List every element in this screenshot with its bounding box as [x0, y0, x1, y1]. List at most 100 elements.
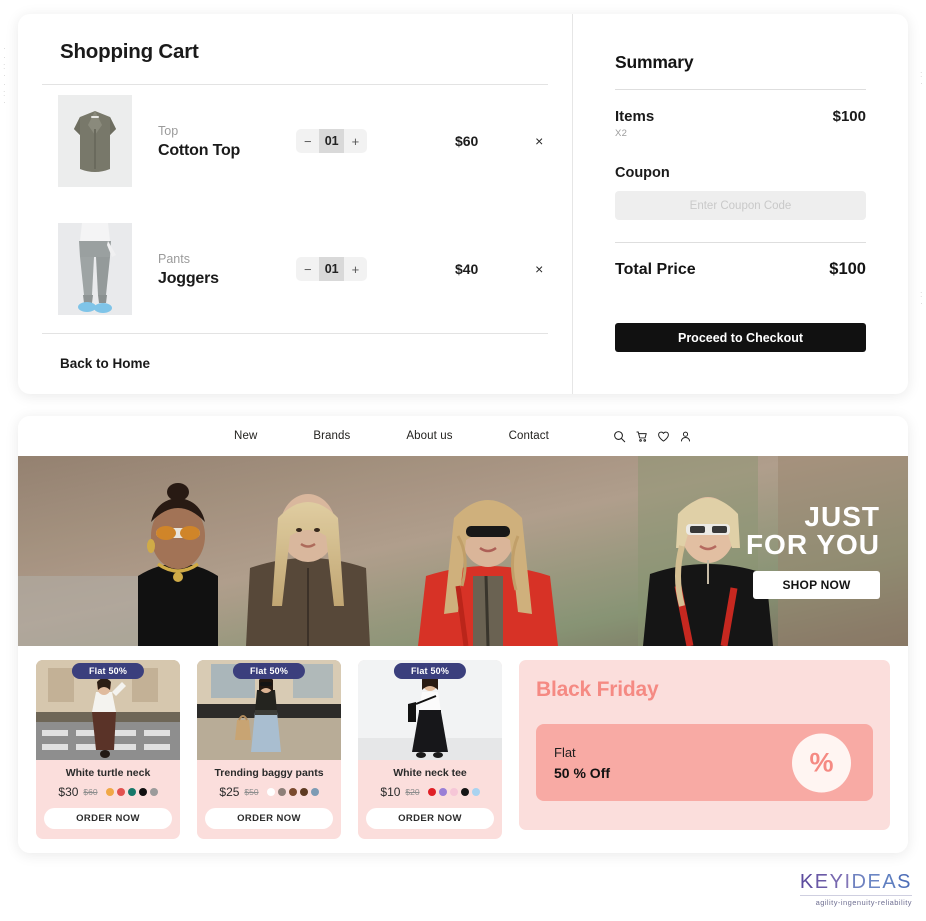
nav-links: New Brands About us Contact: [234, 430, 549, 442]
nav-link-contact[interactable]: Contact: [509, 430, 549, 442]
promo-title: Black Friday: [536, 678, 659, 701]
shop-now-button[interactable]: SHOP NOW: [753, 570, 880, 599]
nav-link-about-us[interactable]: About us: [406, 430, 452, 442]
logo-tagline: agility-ingenuity-reliability: [815, 898, 912, 907]
color-swatch[interactable]: [471, 788, 480, 796]
nav-link-brands[interactable]: Brands: [313, 430, 350, 442]
color-swatch[interactable]: [310, 788, 319, 796]
percent-icon: %: [792, 733, 851, 792]
edge-marker-right: : ·: [920, 69, 923, 88]
proceed-to-checkout-button[interactable]: Proceed to Checkout: [615, 323, 866, 352]
color-swatch[interactable]: [288, 788, 297, 796]
color-swatch[interactable]: [427, 788, 436, 796]
price-row: $30 $60: [44, 785, 172, 799]
discount-badge: Flat 50%: [393, 663, 467, 679]
heart-icon[interactable]: [657, 430, 670, 443]
nav-link-new[interactable]: New: [234, 430, 257, 442]
promo-black-friday[interactable]: Black Friday Flat 50 % Off %: [519, 660, 890, 830]
back-to-home-link[interactable]: Back to Home: [42, 356, 548, 371]
user-icon[interactable]: [679, 430, 692, 443]
product-card-name: White neck tee: [393, 767, 467, 779]
color-swatch[interactable]: [138, 788, 147, 796]
product-card-body: White neck tee $10 $20 ORDER NOW: [358, 760, 502, 839]
product-price-old: $20: [405, 787, 420, 797]
color-swatch[interactable]: [149, 788, 158, 796]
discount-badge: Flat 50%: [71, 663, 145, 679]
color-swatches[interactable]: [105, 788, 158, 796]
shopping-cart-card: Shopping Cart Top Cotton Top − 01 + $60 …: [18, 14, 908, 394]
cart-item-row: Top Cotton Top − 01 + $60 ×: [42, 93, 548, 189]
coupon-input[interactable]: [615, 191, 866, 220]
hero-copy: JUST FOR YOU SHOP NOW: [745, 503, 880, 599]
product-card-body: Trending baggy pants $25 $50 ORDER NOW: [197, 760, 341, 839]
discount-badge: Flat 50%: [232, 663, 306, 679]
color-swatch[interactable]: [299, 788, 308, 796]
product-card[interactable]: Flat 50%: [197, 660, 341, 839]
search-icon[interactable]: [613, 430, 626, 443]
page-root: · ·: · ·: · : · : · Shopping Cart Top Co…: [0, 0, 926, 921]
logo-divider: [799, 895, 912, 896]
product-price: $60: [454, 133, 479, 149]
quantity-stepper[interactable]: − 01 +: [296, 257, 367, 281]
quantity-value: 01: [319, 129, 344, 153]
color-swatch[interactable]: [438, 788, 447, 796]
edge-marker-left: · ·: · ·: ·: [3, 43, 6, 107]
page-title: Shopping Cart: [60, 40, 199, 63]
cart-icon[interactable]: [635, 430, 648, 443]
logo-wordmark: KEYIDEAS: [799, 871, 912, 893]
order-now-button[interactable]: ORDER NOW: [44, 808, 172, 829]
total-price-label: Total Price: [615, 261, 696, 278]
product-card-body: White turtle neck $30 $60 ORDER NOW: [36, 760, 180, 839]
price-row: $10 $20: [366, 785, 494, 799]
price-row: $25 $50: [205, 785, 333, 799]
decrease-quantity-button[interactable]: −: [296, 129, 319, 153]
total-price-value: $100: [829, 260, 866, 278]
nav-icons: [613, 430, 692, 443]
summary-items-row: Items $100: [615, 108, 866, 125]
cart-items-panel: Shopping Cart Top Cotton Top − 01 + $60 …: [18, 14, 572, 394]
quantity-stepper[interactable]: − 01 +: [296, 129, 367, 153]
color-swatch[interactable]: [127, 788, 136, 796]
color-swatches[interactable]: [266, 788, 319, 796]
remove-item-button[interactable]: ×: [530, 131, 548, 151]
product-thumbnail-joggers: [58, 223, 132, 315]
product-card[interactable]: Flat 50%: [358, 660, 502, 839]
order-now-button[interactable]: ORDER NOW: [366, 808, 494, 829]
product-category: Top: [158, 124, 179, 139]
product-category: Pants: [158, 252, 190, 267]
product-thumbnail-cotton-top: [58, 95, 132, 187]
summary-panel: Summary Items $100 X2 Coupon Total Price…: [573, 14, 908, 394]
promo-discount-label: 50 % Off: [554, 764, 611, 781]
product-info: Top Cotton Top: [158, 122, 290, 160]
coupon-label: Coupon: [615, 165, 670, 181]
divider: [615, 242, 866, 243]
promo-text-block: Flat 50 % Off: [554, 745, 610, 781]
product-price-new: $10: [380, 785, 401, 799]
product-card[interactable]: Flat 50%: [36, 660, 180, 839]
product-price-old: $50: [244, 787, 259, 797]
product-price-old: $60: [83, 787, 98, 797]
color-swatch[interactable]: [460, 788, 469, 796]
remove-item-button[interactable]: ×: [530, 259, 548, 279]
keyideas-logo: KEYIDEAS agility-ingenuity-reliability: [799, 871, 912, 907]
color-swatch[interactable]: [277, 788, 286, 796]
product-name: Cotton Top: [158, 141, 241, 159]
site-navigation: New Brands About us Contact: [18, 416, 908, 456]
decrease-quantity-button[interactable]: −: [296, 257, 319, 281]
product-strip: Flat 50% White turtle neck $30 $60 ORDER…: [18, 646, 908, 853]
hero-headline-line2: FOR YOU: [745, 528, 880, 560]
product-card-name: Trending baggy pants: [214, 767, 324, 779]
summary-items-value: $100: [832, 108, 866, 125]
increase-quantity-button[interactable]: +: [344, 129, 367, 153]
color-swatch[interactable]: [266, 788, 275, 796]
increase-quantity-button[interactable]: +: [344, 257, 367, 281]
product-info: Pants Joggers: [158, 250, 290, 288]
color-swatches[interactable]: [427, 788, 480, 796]
color-swatch[interactable]: [105, 788, 114, 796]
color-swatch[interactable]: [449, 788, 458, 796]
order-now-button[interactable]: ORDER NOW: [205, 808, 333, 829]
edge-marker-right-2: : ·: [920, 289, 923, 308]
summary-title: Summary: [615, 52, 694, 72]
storefront-card: New Brands About us Contact JUST FOR YOU…: [18, 416, 908, 853]
color-swatch[interactable]: [116, 788, 125, 796]
